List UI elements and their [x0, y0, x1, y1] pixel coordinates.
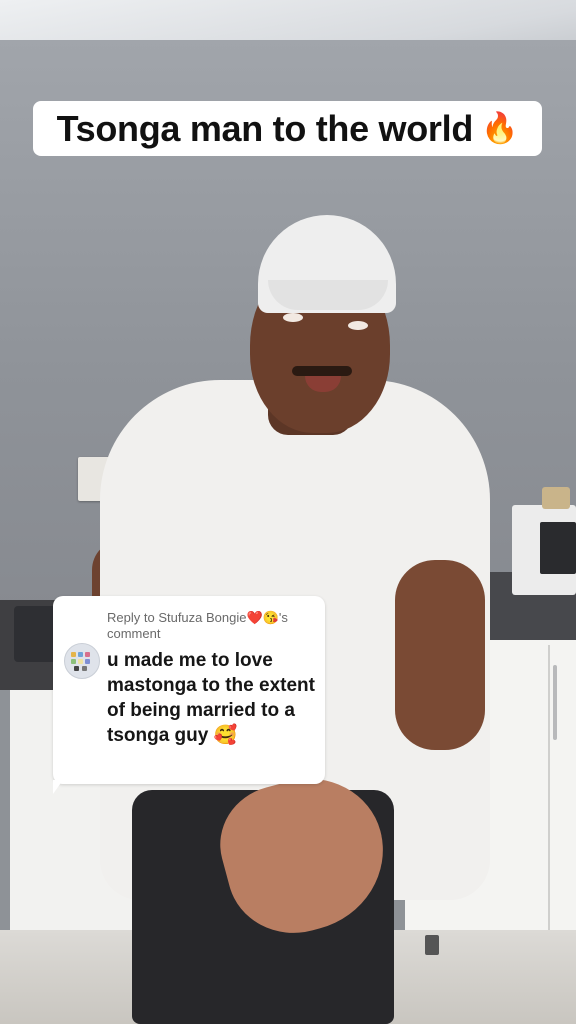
reply-header: Reply to Stufuza Bongie❤️😘's comment [107, 610, 321, 642]
comment-body: u made me to love mastonga to the extent… [107, 650, 315, 746]
fire-emoji: 🔥 [481, 111, 519, 145]
reply-comment-sticker[interactable]: Reply to Stufuza Bongie❤️😘's comment u m… [53, 596, 325, 784]
video-caption: Tsonga man to the world 🔥 [33, 101, 542, 156]
reply-sticker-tail [53, 780, 73, 794]
comment-text: u made me to love mastonga to the extent… [107, 648, 319, 748]
commenter-username[interactable]: Stufuza Bongie [158, 610, 246, 625]
right-arm [395, 560, 485, 750]
video-frame[interactable]: Tsonga man to the world 🔥 Reply to Stufu… [0, 0, 576, 1024]
smiling-hearts-emoji: 🥰 [213, 725, 238, 746]
reply-prefix: Reply to [107, 610, 159, 625]
cap-brim [268, 280, 388, 310]
right-eye [348, 321, 368, 330]
caption-text: Tsonga man to the world [56, 107, 474, 149]
mustache [292, 366, 352, 376]
commenter-avatar[interactable] [64, 643, 100, 679]
username-emojis: ❤️😘 [246, 610, 279, 625]
left-eye [283, 313, 303, 322]
